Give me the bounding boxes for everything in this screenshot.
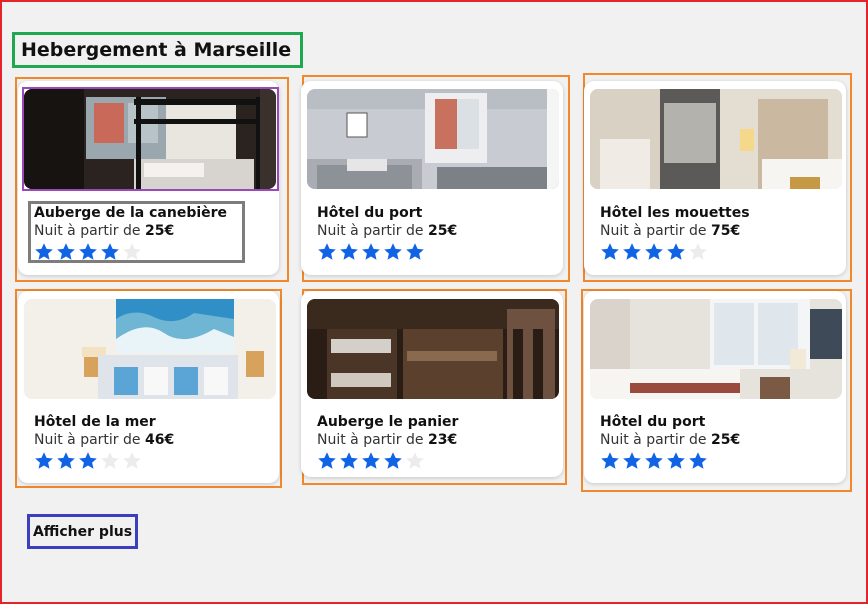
star-empty-icon [101,452,119,469]
star-filled-icon [601,452,619,469]
hotel-price: Nuit à partir de 25€ [600,431,838,449]
hotel-card[interactable]: Auberge de la canebière Nuit à partir de… [18,81,279,275]
hotel-name[interactable]: Hôtel de la mer [34,413,271,431]
hotel-photo[interactable] [590,299,842,399]
star-filled-icon [645,452,663,469]
price-prefix: Nuit à partir de [34,432,141,448]
star-empty-icon [123,452,141,469]
hotel-card[interactable]: Hôtel les mouettes Nuit à partir de 75€ [584,81,846,275]
hotel-name[interactable]: Hôtel du port [600,413,838,431]
star-filled-icon [57,243,75,260]
hotel-card[interactable]: Hôtel de la mer Nuit à partir de 46€ [18,291,279,483]
page-title-box: Hebergement à Marseille [12,32,303,68]
rating-stars [34,451,271,471]
price-value: 46€ [144,432,175,448]
price-value: 25€ [144,223,175,239]
price-prefix: Nuit à partir de [34,223,141,239]
star-empty-icon [406,452,424,469]
price-prefix: Nuit à partir de [600,223,707,239]
hotel-price: Nuit à partir de 25€ [317,222,555,240]
hotel-card[interactable]: Hôtel du port Nuit à partir de 25€ [301,81,563,275]
star-filled-icon [362,452,380,469]
rating-stars [34,242,271,262]
hotel-photo[interactable] [590,89,842,189]
price-value: 75€ [710,223,741,239]
hotel-price: Nuit à partir de 75€ [600,222,838,240]
star-filled-icon [384,243,402,260]
star-filled-icon [35,243,53,260]
hotel-card[interactable]: Auberge le panier Nuit à partir de 23€ [301,291,563,477]
hotel-price: Nuit à partir de 25€ [34,222,271,240]
star-filled-icon [57,452,75,469]
price-value: 25€ [710,432,741,448]
star-filled-icon [601,243,619,260]
price-prefix: Nuit à partir de [600,432,707,448]
show-more-button[interactable]: Afficher plus [27,514,138,549]
hotel-card[interactable]: Hôtel du port Nuit à partir de 25€ [584,291,846,483]
hotel-price: Nuit à partir de 46€ [34,431,271,449]
star-filled-icon [667,452,685,469]
star-filled-icon [318,452,336,469]
hotel-photo[interactable] [24,299,276,399]
star-filled-icon [340,243,358,260]
hotel-name[interactable]: Hôtel du port [317,204,555,222]
price-prefix: Nuit à partir de [317,432,424,448]
star-filled-icon [79,243,97,260]
star-filled-icon [645,243,663,260]
page-title: Hebergement à Marseille [21,39,292,61]
price-value: 23€ [427,432,458,448]
rating-stars [317,242,555,262]
star-filled-icon [667,243,685,260]
hotel-price: Nuit à partir de 23€ [317,431,555,449]
rating-stars [600,242,838,262]
rating-stars [600,451,838,471]
star-filled-icon [318,243,336,260]
hotel-photo[interactable] [307,89,559,189]
price-prefix: Nuit à partir de [317,223,424,239]
star-filled-icon [101,243,119,260]
star-filled-icon [623,452,641,469]
star-filled-icon [406,243,424,260]
star-filled-icon [79,452,97,469]
hotel-name[interactable]: Hôtel les mouettes [600,204,838,222]
hotel-photo[interactable] [24,89,276,189]
star-empty-icon [689,243,707,260]
star-filled-icon [384,452,402,469]
hotel-name[interactable]: Auberge le panier [317,413,555,431]
star-filled-icon [623,243,641,260]
price-value: 25€ [427,223,458,239]
rating-stars [317,451,555,471]
hotel-name[interactable]: Auberge de la canebière [34,204,271,222]
star-filled-icon [362,243,380,260]
hotel-photo[interactable] [307,299,559,399]
star-filled-icon [35,452,53,469]
star-empty-icon [123,243,141,260]
star-filled-icon [340,452,358,469]
star-filled-icon [689,452,707,469]
